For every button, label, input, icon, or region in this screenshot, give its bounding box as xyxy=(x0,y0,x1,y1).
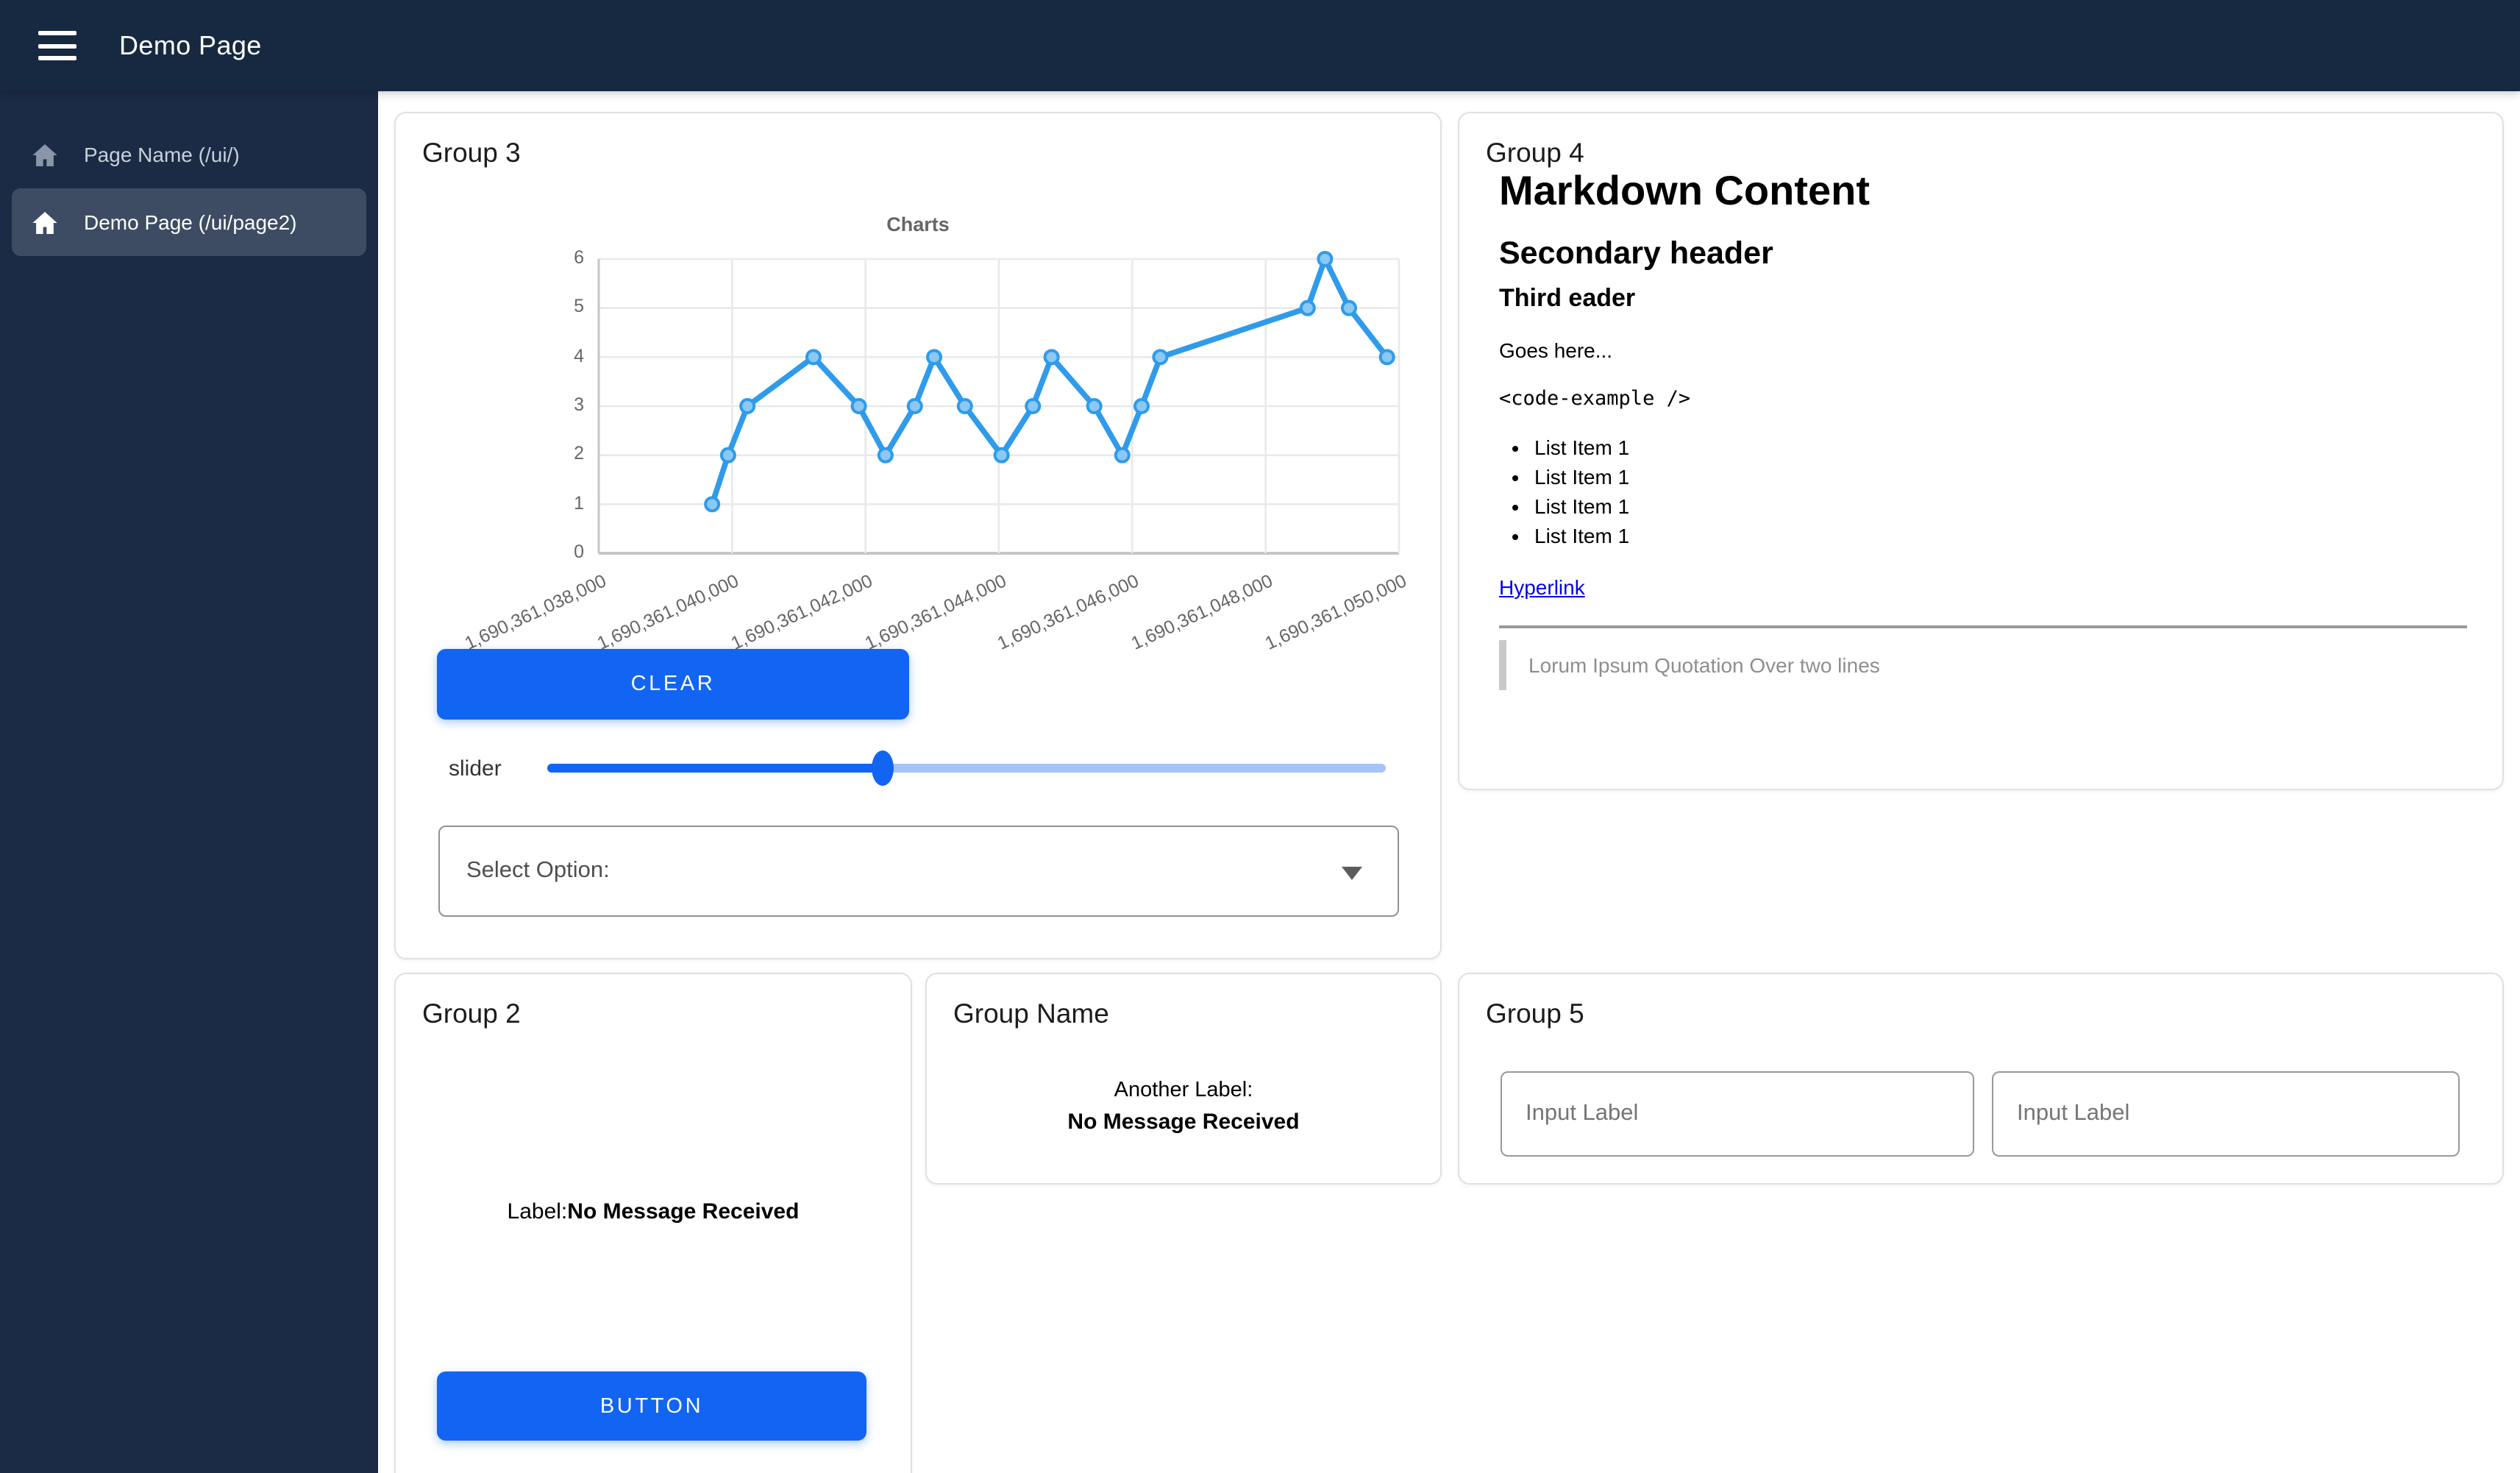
markdown-h1: Markdown Content xyxy=(1499,166,2467,216)
app-title: Demo Page xyxy=(119,30,262,61)
slider-thumb[interactable] xyxy=(872,750,894,786)
card-group-5: Group 5 xyxy=(1458,973,2504,1185)
card-group-4: Group 4 Markdown Content Secondary heade… xyxy=(1458,112,2504,790)
card-title: Group 4 xyxy=(1486,137,1584,169)
label-message: Label:No Message Received xyxy=(396,1199,911,1224)
another-label: Another Label: xyxy=(927,1079,1440,1102)
card-title: Group Name xyxy=(953,998,1109,1030)
divider xyxy=(1499,625,2467,628)
markdown-paragraph: Goes here... xyxy=(1499,337,2467,363)
input-field-1[interactable] xyxy=(1501,1071,1974,1157)
list-item: List Item 1 xyxy=(1534,522,2467,549)
message-text: No Message Received xyxy=(567,1199,799,1224)
markdown-h3: Third eader xyxy=(1499,284,2467,313)
home-icon xyxy=(31,141,59,168)
card-title: Group 2 xyxy=(422,998,521,1030)
slider-fill xyxy=(547,764,883,773)
blockquote: Lorum Ipsum Quotation Over two lines xyxy=(1499,640,2467,690)
page: Demo Page Page Name (/ui/) Demo Page (/u… xyxy=(0,0,2520,1473)
button[interactable]: BUTTON xyxy=(437,1371,866,1441)
list-item: List Item 1 xyxy=(1534,434,2467,461)
message-text: No Message Received xyxy=(927,1110,1440,1135)
card-group-name: Group Name Another Label: No Message Rec… xyxy=(925,973,1442,1185)
sidebar-item-page-name[interactable]: Page Name (/ui/) xyxy=(12,121,366,188)
home-icon xyxy=(31,208,59,236)
chevron-down-icon xyxy=(1342,867,1362,880)
card-group-3: Group 3 Charts 01234561,690,361,038,0001… xyxy=(394,112,1442,959)
sidebar-item-demo-page[interactable]: Demo Page (/ui/page2) xyxy=(12,188,366,256)
select-label: Select Option: xyxy=(466,858,610,884)
slider-label: slider xyxy=(449,756,502,781)
select-option-dropdown[interactable]: Select Option: xyxy=(438,826,1399,917)
list-item: List Item 1 xyxy=(1534,464,2467,490)
card-group-2: Group 2 Label:No Message Received BUTTON xyxy=(394,973,912,1473)
list-item: List Item 1 xyxy=(1534,493,2467,519)
card-title: Group 5 xyxy=(1486,998,1584,1030)
clear-button[interactable]: CLEAR xyxy=(437,649,909,720)
input-field-2[interactable] xyxy=(1992,1071,2460,1157)
markdown-list: List Item 1 List Item 1 List Item 1 List… xyxy=(1499,434,2467,549)
line-chart: Charts 01234561,690,361,038,0001,690,361… xyxy=(410,202,1425,643)
hyperlink[interactable]: Hyperlink xyxy=(1499,575,1585,599)
sidebar-item-label: Demo Page (/ui/page2) xyxy=(84,210,297,234)
sidebar: Page Name (/ui/) Demo Page (/ui/page2) xyxy=(0,91,378,1473)
top-navbar: Demo Page xyxy=(0,0,2520,91)
sidebar-item-label: Page Name (/ui/) xyxy=(84,143,240,166)
markdown-code: <code-example /> xyxy=(1499,387,2467,411)
chart-canvas xyxy=(410,202,1425,643)
markdown-content: Markdown Content Secondary header Third … xyxy=(1499,166,2467,690)
hamburger-menu-icon[interactable] xyxy=(38,31,76,60)
card-title: Group 3 xyxy=(422,137,521,169)
slider[interactable] xyxy=(547,764,1386,773)
label-text: Label: xyxy=(508,1199,568,1224)
chart-title: Charts xyxy=(410,213,1425,235)
markdown-h2: Secondary header xyxy=(1499,234,2467,272)
